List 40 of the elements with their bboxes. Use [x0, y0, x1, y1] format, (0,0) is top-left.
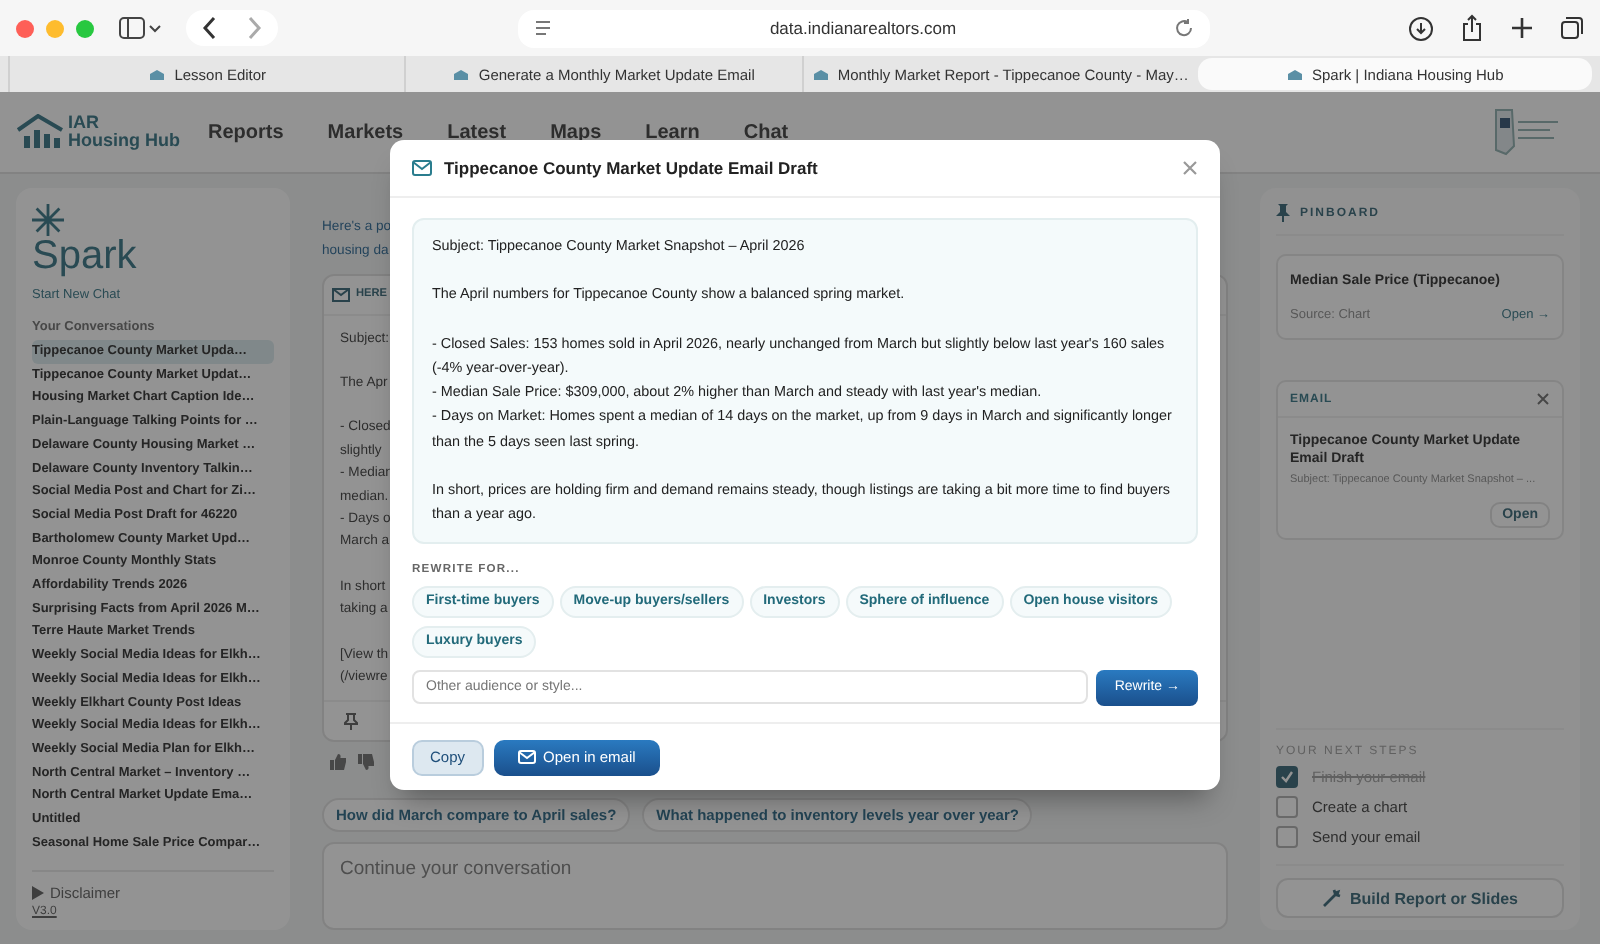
- brand-subtitle: Housing Hub: [68, 132, 180, 150]
- build-report-button[interactable]: Build Report or Slides: [1276, 878, 1564, 918]
- nav-link[interactable]: Reports: [208, 121, 284, 143]
- page-icon: [534, 19, 552, 37]
- plus-icon[interactable]: [1510, 16, 1534, 40]
- checkbox[interactable]: [1276, 826, 1298, 848]
- close-icon[interactable]: [1536, 392, 1550, 406]
- brand-name: IAR: [68, 114, 101, 132]
- close-window-button[interactable]: [16, 19, 34, 37]
- thumbs-down-icon[interactable]: [358, 754, 374, 770]
- nav-link[interactable]: Maps: [550, 121, 602, 143]
- tabs-overview-icon[interactable]: [1560, 16, 1584, 40]
- nav-link[interactable]: Markets: [327, 121, 404, 143]
- nav-link[interactable]: Chat: [743, 121, 789, 143]
- pin-icon: [1276, 204, 1290, 222]
- pin-icon[interactable]: [344, 712, 358, 731]
- spark-title: Spark: [32, 236, 137, 276]
- dialog-title: Tippecanoe County Market Update Email Draft: [444, 158, 818, 178]
- checkbox[interactable]: [1276, 766, 1298, 788]
- forward-icon[interactable]: [246, 16, 262, 40]
- nav-link[interactable]: Latest: [447, 121, 507, 143]
- reload-icon[interactable]: [1174, 18, 1194, 38]
- chat-input[interactable]: Continue your conversation: [322, 842, 1228, 930]
- maximize-window-button[interactable]: [76, 19, 94, 37]
- triangle-icon[interactable]: [32, 886, 44, 900]
- sidebar-toggle-icon[interactable]: [118, 16, 162, 40]
- thumbs-up-icon[interactable]: [330, 754, 346, 770]
- address-bar[interactable]: data.indianarealtors.com: [518, 9, 1210, 47]
- envelope-icon: [412, 160, 432, 176]
- download-icon[interactable]: [1408, 15, 1434, 41]
- nav-link[interactable]: Learn: [645, 121, 700, 143]
- sparkle-icon: [32, 204, 64, 236]
- checkbox[interactable]: [1276, 796, 1298, 818]
- envelope-icon: [332, 287, 350, 302]
- envelope-icon: [517, 750, 536, 765]
- magic-wand-icon: [1321, 888, 1342, 908]
- close-icon[interactable]: [1182, 160, 1198, 176]
- back-icon[interactable]: [202, 16, 218, 40]
- state-logo-icon: [1492, 108, 1564, 156]
- share-icon[interactable]: [1460, 14, 1484, 42]
